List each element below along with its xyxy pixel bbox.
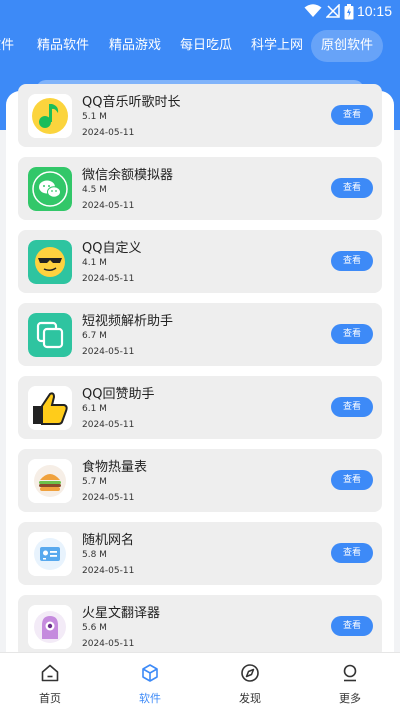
profile-icon xyxy=(343,664,357,682)
list-item[interactable]: 微信余额模拟器 4.5 M 2024-05-11 查看 xyxy=(18,157,382,220)
app-date: 2024-05-11 xyxy=(82,128,135,138)
cube-icon xyxy=(142,664,158,682)
list-item[interactable]: 随机网名 5.8 M 2024-05-11 查看 xyxy=(18,522,382,585)
one-eyed-monster-icon xyxy=(28,605,72,649)
app-name: 随机网名 xyxy=(82,533,135,548)
list-item[interactable]: 食物热量表 5.7 M 2024-05-11 查看 xyxy=(18,449,382,512)
bottom-nav: 首页 软件 发现 更多 xyxy=(0,652,400,713)
copy-squares-icon xyxy=(28,313,72,357)
app-date: 2024-05-11 xyxy=(82,201,135,211)
burger-icon xyxy=(28,459,72,503)
app-date: 2024-05-11 xyxy=(82,566,135,576)
app-name: QQ音乐听歌时长 xyxy=(82,95,181,110)
app-date: 2024-05-11 xyxy=(82,274,135,284)
view-button[interactable]: 查看 xyxy=(331,397,373,417)
app-name: QQ自定义 xyxy=(82,241,142,256)
app-size: 6.1 M xyxy=(82,404,107,414)
nav-more[interactable]: 更多 xyxy=(300,653,400,713)
app-name: 食物热量表 xyxy=(82,460,148,475)
nav-label: 首页 xyxy=(39,692,61,705)
app-date: 2024-05-11 xyxy=(82,493,135,503)
app-name: 短视频解析助手 xyxy=(82,314,174,329)
app-size: 5.1 M xyxy=(82,112,107,122)
app-size: 4.5 M xyxy=(82,185,107,195)
list-item[interactable]: 火星文翻译器 5.6 M 2024-05-11 查看 xyxy=(18,595,382,652)
view-button[interactable]: 查看 xyxy=(331,251,373,271)
app-list: QQ音乐听歌时长 5.1 M 2024-05-11 查看 微信余额模拟器 4.5… xyxy=(0,0,400,652)
nav-label: 更多 xyxy=(339,692,361,705)
app-name: 微信余额模拟器 xyxy=(82,168,174,183)
app-size: 5.8 M xyxy=(82,550,107,560)
app-name: QQ回赞助手 xyxy=(82,387,155,402)
app-size: 6.7 M xyxy=(82,331,107,341)
home-icon xyxy=(41,664,59,682)
sunglasses-face-icon xyxy=(28,240,72,284)
nav-software[interactable]: 软件 xyxy=(100,653,200,713)
compass-icon xyxy=(241,664,259,682)
view-button[interactable]: 查看 xyxy=(331,543,373,563)
view-button[interactable]: 查看 xyxy=(331,616,373,636)
app-date: 2024-05-11 xyxy=(82,347,135,357)
list-item[interactable]: QQ回赞助手 6.1 M 2024-05-11 查看 xyxy=(18,376,382,439)
view-button[interactable]: 查看 xyxy=(331,470,373,490)
list-item[interactable]: 短视频解析助手 6.7 M 2024-05-11 查看 xyxy=(18,303,382,366)
id-card-icon xyxy=(28,532,72,576)
nav-home[interactable]: 首页 xyxy=(0,653,100,713)
wechat-icon xyxy=(28,167,72,211)
view-button[interactable]: 查看 xyxy=(331,105,373,125)
thumbs-up-icon xyxy=(28,386,72,430)
list-item[interactable]: QQ自定义 4.1 M 2024-05-11 查看 xyxy=(18,230,382,293)
app-size: 5.7 M xyxy=(82,477,107,487)
list-item[interactable]: QQ音乐听歌时长 5.1 M 2024-05-11 查看 xyxy=(18,84,382,147)
app-date: 2024-05-11 xyxy=(82,420,135,430)
view-button[interactable]: 查看 xyxy=(331,178,373,198)
app-size: 5.6 M xyxy=(82,623,107,633)
nav-label: 发现 xyxy=(239,692,261,705)
view-button[interactable]: 查看 xyxy=(331,324,373,344)
app-date: 2024-05-11 xyxy=(82,639,135,649)
app-size: 4.1 M xyxy=(82,258,107,268)
app-name: 火星文翻译器 xyxy=(82,606,161,621)
music-note-icon xyxy=(28,94,72,138)
nav-label: 软件 xyxy=(139,692,161,705)
nav-discover[interactable]: 发现 xyxy=(200,653,300,713)
